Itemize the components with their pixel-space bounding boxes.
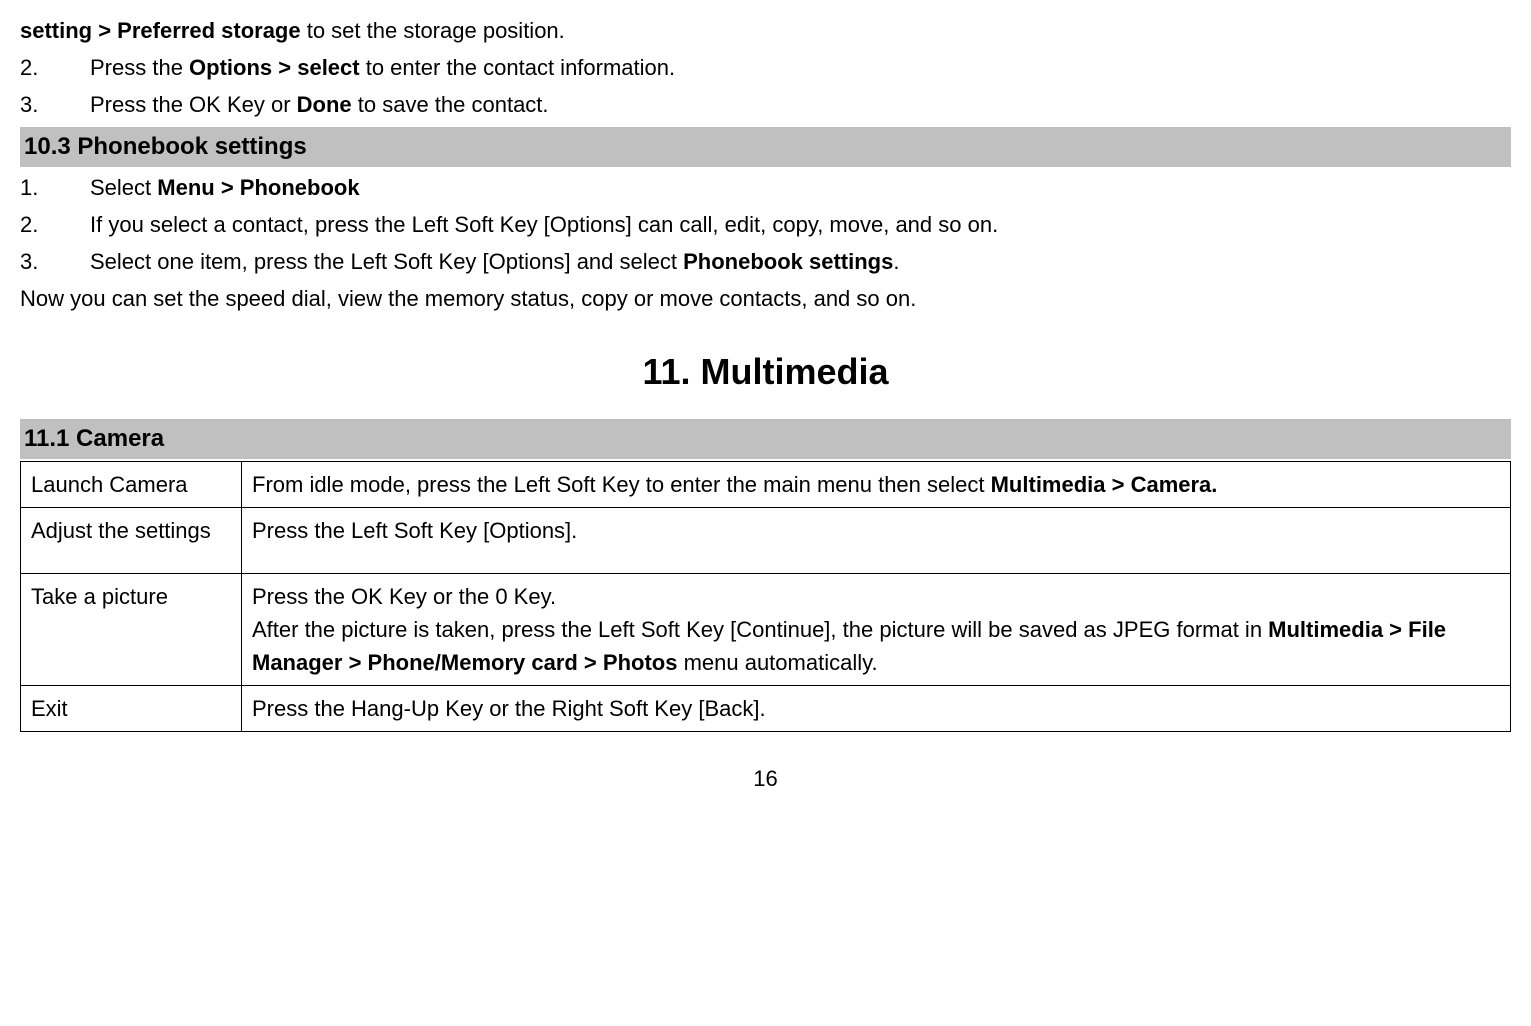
list-number: 3. <box>20 245 90 278</box>
list-number: 2. <box>20 51 90 84</box>
table-cell: From idle mode, press the Left Soft Key … <box>242 462 1511 508</box>
table-row: Take a picture Press the OK Key or the 0… <box>21 574 1511 686</box>
list-text: Press the Options > select to enter the … <box>90 51 1511 84</box>
list-item: 2. If you select a contact, press the Le… <box>20 208 1511 241</box>
text: to enter the contact information. <box>360 55 676 80</box>
list-number: 2. <box>20 208 90 241</box>
text: After the picture is taken, press the Le… <box>252 613 1500 679</box>
text-bold: Multimedia > Camera. <box>991 472 1218 497</box>
chapter-heading-multimedia: 11. Multimedia <box>20 345 1511 399</box>
list-item: 3. Select one item, press the Left Soft … <box>20 245 1511 278</box>
text: to set the storage position. <box>301 18 565 43</box>
list-text: Select Menu > Phonebook <box>90 171 1511 204</box>
table-row: Adjust the settings Press the Left Soft … <box>21 508 1511 574</box>
section-heading-phonebook-settings: 10.3 Phonebook settings <box>20 127 1511 167</box>
text: Select <box>90 175 157 200</box>
body-line: setting > Preferred storage to set the s… <box>20 14 1511 47</box>
text-bold: setting > Preferred storage <box>20 18 301 43</box>
section-heading-camera: 11.1 Camera <box>20 419 1511 459</box>
list-text: If you select a contact, press the Left … <box>90 208 1511 241</box>
text: Press the <box>90 55 189 80</box>
text-bold: Options > select <box>189 55 360 80</box>
text: . <box>893 249 899 274</box>
text: to save the contact. <box>352 92 549 117</box>
text-bold: Done <box>297 92 352 117</box>
list-number: 1. <box>20 171 90 204</box>
text: From idle mode, press the Left Soft Key … <box>252 472 991 497</box>
table-cell: Take a picture <box>21 574 242 686</box>
text: menu automatically. <box>677 650 877 675</box>
list-item: 2. Press the Options > select to enter t… <box>20 51 1511 84</box>
text: Press the OK Key or <box>90 92 297 117</box>
list-text: Select one item, press the Left Soft Key… <box>90 245 1511 278</box>
text-bold: Menu > Phonebook <box>157 175 359 200</box>
table-cell: Adjust the settings <box>21 508 242 574</box>
list-text: Press the OK Key or Done to save the con… <box>90 88 1511 121</box>
camera-table: Launch Camera From idle mode, press the … <box>20 461 1511 732</box>
table-cell: Press the Hang-Up Key or the Right Soft … <box>242 686 1511 732</box>
page-number: 16 <box>20 762 1511 795</box>
table-cell: Launch Camera <box>21 462 242 508</box>
list-item: 1. Select Menu > Phonebook <box>20 171 1511 204</box>
text: After the picture is taken, press the Le… <box>252 617 1268 642</box>
text: Select one item, press the Left Soft Key… <box>90 249 683 274</box>
text: If you select a contact, press the Left … <box>90 212 998 237</box>
text: Press the OK Key or the 0 Key. <box>252 580 1500 613</box>
table-row: Exit Press the Hang-Up Key or the Right … <box>21 686 1511 732</box>
table-cell: Press the Left Soft Key [Options]. <box>242 508 1511 574</box>
table-cell: Press the OK Key or the 0 Key. After the… <box>242 574 1511 686</box>
table-cell: Exit <box>21 686 242 732</box>
list-item: 3. Press the OK Key or Done to save the … <box>20 88 1511 121</box>
body-line: Now you can set the speed dial, view the… <box>20 282 1511 315</box>
list-number: 3. <box>20 88 90 121</box>
table-row: Launch Camera From idle mode, press the … <box>21 462 1511 508</box>
text-bold: Phonebook settings <box>683 249 893 274</box>
